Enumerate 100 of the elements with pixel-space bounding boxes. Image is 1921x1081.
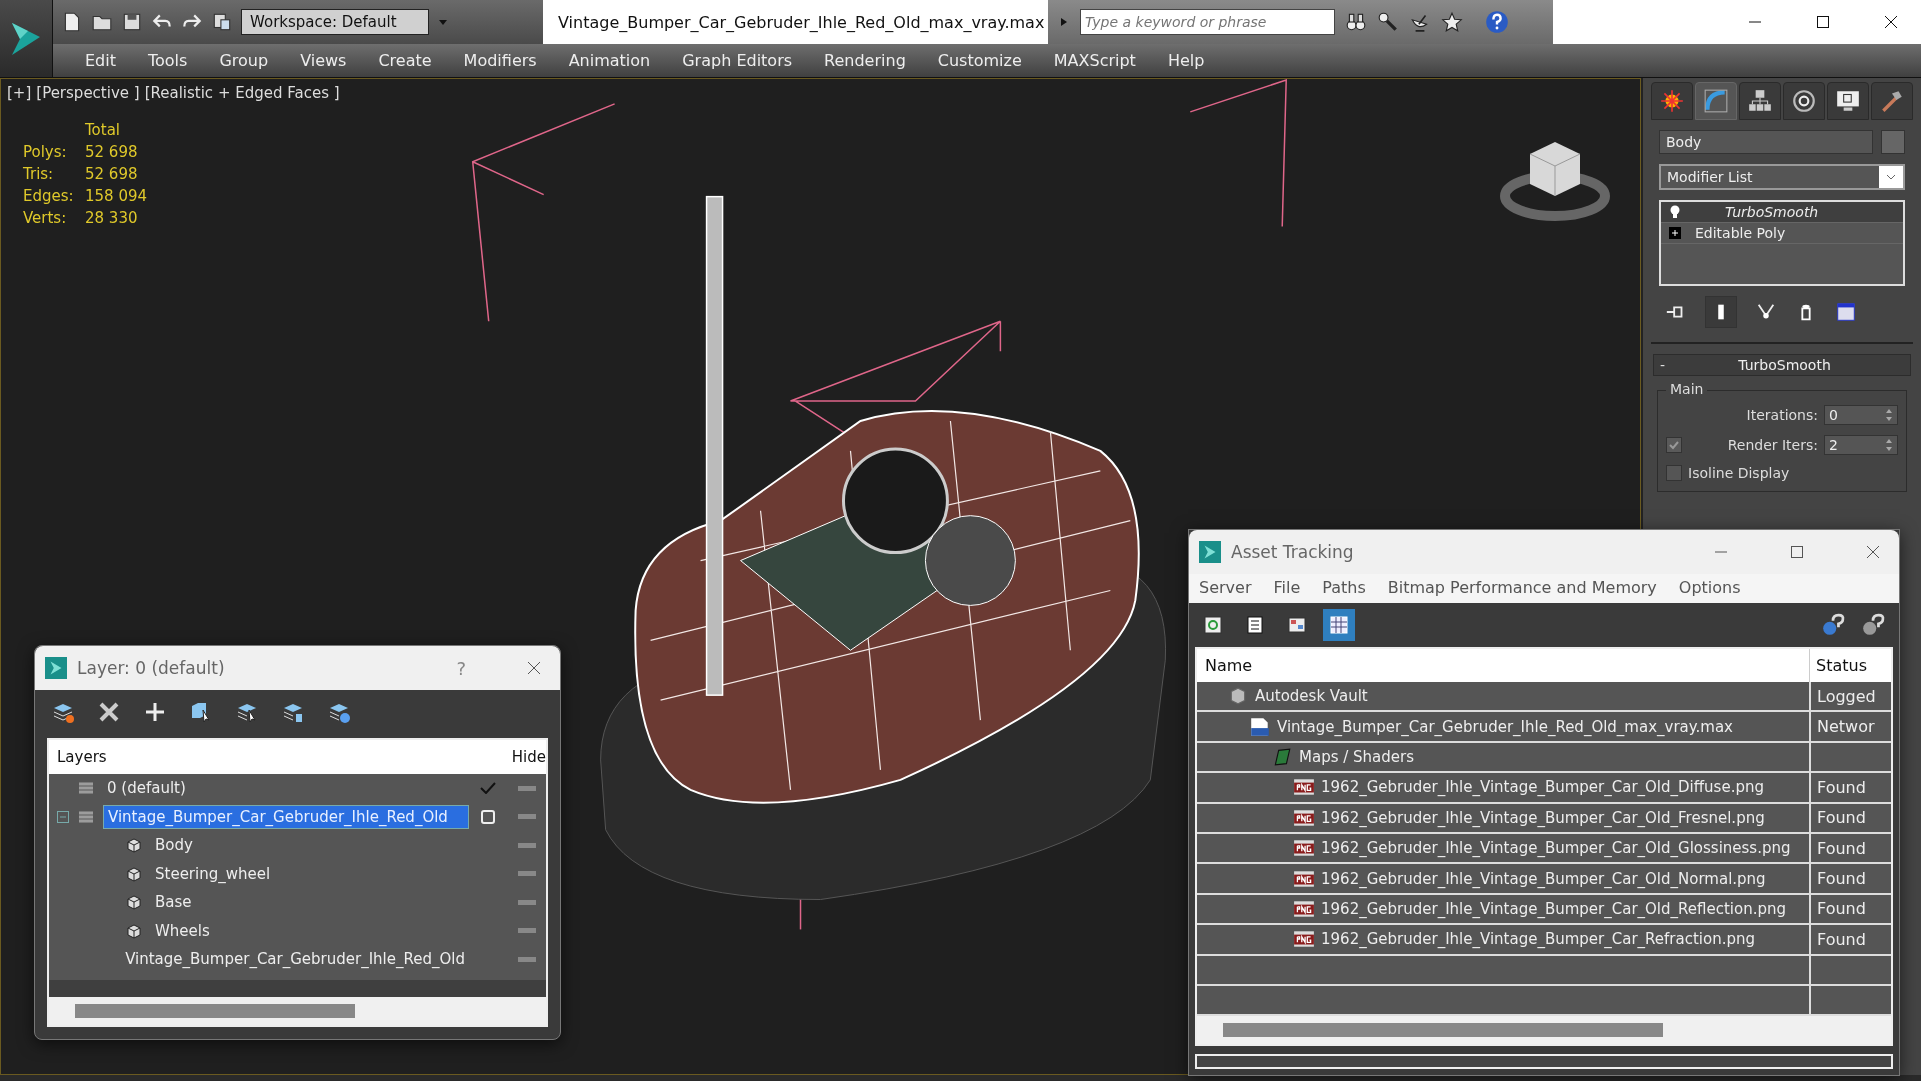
menu-item[interactable]: Edit [69, 51, 132, 70]
close-icon[interactable] [526, 660, 542, 676]
show-end-result-icon[interactable] [1705, 296, 1737, 328]
menu-item[interactable]: Bitmap Performance and Memory [1387, 578, 1657, 597]
spinner-arrows-icon[interactable] [1885, 438, 1893, 452]
menu-item[interactable]: Graph Editors [666, 51, 809, 70]
visibility-toggle-icon[interactable] [517, 956, 536, 962]
hierarchy-tab[interactable] [1739, 82, 1781, 120]
isoline-checkbox[interactable] [1666, 465, 1682, 481]
menu-item[interactable]: Group [203, 51, 285, 70]
viewport-label[interactable]: [+] [7, 84, 32, 102]
collapse-toggle-icon[interactable] [57, 810, 69, 823]
checkbox-icon[interactable] [481, 809, 495, 824]
maximize-icon[interactable] [1815, 14, 1831, 30]
menu-item[interactable]: Options [1678, 578, 1741, 597]
save-icon[interactable] [121, 11, 143, 33]
render-iters-checkbox[interactable] [1666, 437, 1682, 453]
spinner-arrows-icon[interactable] [1885, 408, 1893, 422]
layer-name[interactable]: Steering_wheel [151, 862, 275, 885]
render-iters-spinner[interactable]: 2 [1824, 435, 1898, 455]
visibility-toggle-icon[interactable] [517, 814, 536, 820]
scrollbar-thumb[interactable] [1223, 1023, 1663, 1038]
modifier-stack-item[interactable]: Editable Poly [1661, 223, 1903, 244]
workspace-dropdown[interactable]: Workspace: Default [241, 9, 429, 35]
scrollbar-thumb[interactable] [75, 1004, 355, 1018]
layer-name[interactable]: Base [151, 891, 196, 914]
menu-item[interactable]: Server [1199, 578, 1252, 597]
object-name-field[interactable]: Body [1659, 130, 1873, 154]
menu-item[interactable]: Tools [132, 51, 204, 70]
visibility-toggle-icon[interactable] [517, 842, 536, 848]
rollout-header[interactable]: - TurboSmooth [1653, 354, 1911, 376]
menu-item[interactable]: Help [1151, 51, 1221, 70]
column-header[interactable]: Layers [49, 748, 467, 766]
asset-name[interactable]: 1962_Gebruder_Ihle_Vintage_Bumper_Car_Refraction.png [1321, 930, 1755, 949]
object-color-swatch[interactable] [1881, 130, 1905, 154]
asset-name[interactable]: 1962_Gebruder_Ihle_Vintage_Bumper_Car_Old_Normal.png [1321, 869, 1766, 888]
layer-name[interactable]: Body [151, 834, 197, 857]
expand-plus-icon[interactable] [1669, 226, 1681, 240]
visibility-toggle-icon[interactable] [517, 871, 536, 877]
viewport-label[interactable]: [Perspective ] [36, 84, 140, 102]
delete-icon[interactable] [97, 700, 121, 724]
help-icon[interactable] [1821, 613, 1845, 637]
project-folder-icon[interactable] [211, 11, 233, 33]
asset-name[interactable]: Vintage_Bumper_Car_Gebruder_Ihle_Red_Old_max_vray.max [1277, 717, 1733, 736]
visibility-toggle-icon[interactable] [517, 785, 536, 791]
modifier-list-dropdown[interactable]: Modifier List [1659, 164, 1905, 190]
menu-item[interactable]: Customize [921, 51, 1038, 70]
close-icon[interactable] [1865, 544, 1881, 560]
motion-tab[interactable] [1783, 82, 1825, 120]
maximize-icon[interactable] [1789, 544, 1805, 560]
layer-name[interactable]: Vintage_Bumper_Car_Gebruder_Ihle_Red_Old [103, 804, 469, 829]
help-icon[interactable] [1485, 10, 1509, 34]
menu-item[interactable]: MAXScript [1037, 51, 1152, 70]
app-logo-icon[interactable] [0, 0, 53, 77]
layer-name[interactable]: Wheels [151, 919, 214, 942]
display-tab[interactable] [1827, 82, 1869, 120]
checkmark-icon[interactable] [480, 782, 496, 795]
menu-item[interactable]: Views [284, 51, 363, 70]
column-header[interactable]: Hide [503, 748, 546, 766]
add-icon[interactable] [143, 700, 167, 724]
light-bulb-icon[interactable] [1669, 205, 1681, 219]
menu-item[interactable]: Rendering [808, 51, 922, 70]
visibility-toggle-icon[interactable] [517, 928, 536, 934]
help-icon[interactable] [1861, 613, 1885, 637]
asset-name[interactable]: 1962_Gebruder_Ihle_Vintage_Bumper_Car_Old_Diffuse.png [1321, 778, 1764, 797]
star-icon[interactable] [1441, 11, 1463, 33]
create-tab[interactable] [1651, 82, 1693, 120]
layer-name[interactable]: 0 (default) [103, 777, 190, 800]
binoculars-icon[interactable] [1345, 11, 1367, 33]
close-icon[interactable] [1883, 14, 1899, 30]
visibility-toggle-icon[interactable] [517, 899, 536, 905]
window-title: Layer: 0 (default) [77, 658, 226, 678]
asset-name[interactable]: 1962_Gebruder_Ihle_Vintage_Bumper_Car_Old_Fresnel.png [1321, 808, 1765, 827]
modifier-stack-item[interactable]: TurboSmooth [1661, 202, 1903, 223]
image-icon [1287, 615, 1307, 635]
curve-icon [1703, 88, 1729, 114]
isoline-label: Isoline Display [1688, 465, 1790, 481]
layer-name[interactable]: Vintage_Bumper_Car_Gebruder_Ihle_Red_Old [121, 948, 469, 971]
png-file-icon [1293, 807, 1315, 828]
menu-item[interactable]: Paths [1322, 578, 1366, 597]
hammer-icon [1879, 88, 1905, 114]
table-view-button[interactable] [1323, 609, 1355, 641]
menu-item[interactable]: Modifiers [447, 51, 553, 70]
menu-item[interactable]: File [1273, 578, 1301, 597]
cube-icon [125, 894, 143, 911]
search-field[interactable]: Type a keyword or phrase [1080, 9, 1335, 35]
menu-item[interactable]: Create [362, 51, 448, 70]
asset-name[interactable]: 1962_Gebruder_Ihle_Vintage_Bumper_Car_Old_Glossiness.png [1321, 839, 1791, 858]
column-header[interactable]: Status [1809, 649, 1891, 682]
utilities-tab[interactable] [1871, 82, 1913, 120]
viewport-label[interactable]: [Realistic + Edged Faces ] [144, 84, 340, 102]
asset-name[interactable]: Autodesk Vault [1255, 687, 1368, 706]
menu-item[interactable]: Animation [552, 51, 667, 70]
asset-name[interactable]: 1962_Gebruder_Ihle_Vintage_Bumper_Car_Old_Reflection.png [1321, 899, 1786, 918]
configure-sets-icon[interactable] [1835, 301, 1857, 323]
path-field[interactable] [1195, 1054, 1893, 1069]
asset-name[interactable]: Maps / Shaders [1299, 747, 1414, 766]
column-header[interactable]: Name [1197, 656, 1809, 675]
iterations-spinner[interactable]: 0 [1824, 405, 1898, 425]
chevron-down-icon [1886, 173, 1896, 181]
